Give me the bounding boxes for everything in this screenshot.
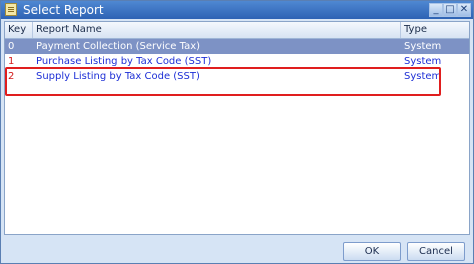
row-type: System — [404, 41, 442, 52]
red-highlight-box — [5, 67, 441, 96]
column-header-type[interactable]: Type — [401, 22, 469, 38]
minimize-button[interactable]: _ — [429, 3, 443, 17]
close-button[interactable]: ✕ — [457, 3, 471, 17]
cancel-button[interactable]: Cancel — [407, 242, 465, 261]
report-grid[interactable]: Key Report Name Type 0 Payment Collectio… — [4, 21, 470, 235]
column-header-report-name[interactable]: Report Name — [33, 22, 401, 38]
row-key: 0 — [8, 41, 15, 52]
row-report-name: Payment Collection (Service Tax) — [36, 41, 201, 52]
table-row[interactable]: 0 Payment Collection (Service Tax) Syste… — [5, 39, 469, 54]
column-header-key[interactable]: Key — [5, 22, 33, 38]
window-title: Select Report — [23, 3, 104, 17]
report-icon — [5, 3, 17, 16]
maximize-button[interactable]: □ — [443, 3, 457, 17]
grid-header: Key Report Name Type — [5, 22, 469, 39]
select-report-dialog: Select Report _ □ ✕ Key Report Name Type… — [0, 0, 474, 264]
title-bar[interactable]: Select Report _ □ ✕ — [1, 1, 473, 19]
ok-button[interactable]: OK — [343, 242, 401, 261]
